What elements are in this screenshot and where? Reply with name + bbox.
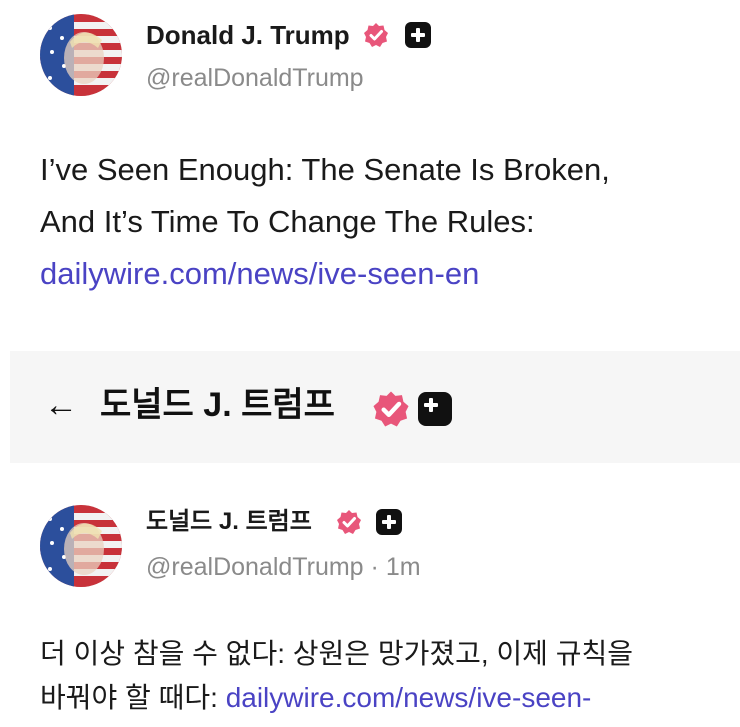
- header-title: 도널드 J. 트럼프: [100, 386, 335, 424]
- plus-icon: [405, 22, 431, 48]
- avatar-flag-portrait-icon: [40, 14, 122, 96]
- post-text-line: 더 이상 참을 수 없다: 상원은 망가졌고, 이제 규칙을: [40, 638, 633, 669]
- author-name[interactable]: 도널드 J. 트럼프: [146, 507, 312, 537]
- back-arrow-icon[interactable]: ←: [44, 385, 78, 425]
- post-time: · 1m: [370, 553, 421, 581]
- top-post: Donald J. Trump @realDonaldTrump I’ve Se…: [0, 0, 740, 345]
- author-handle-and-time: @realDonaldTrump · 1m: [146, 551, 421, 583]
- post-text-fragment: 바꿔야 할 때다:: [40, 682, 226, 713]
- post-link[interactable]: dailywire.com/news/ive-seen-: [226, 682, 592, 713]
- post-text-line: And It’s Time To Change The Rules:: [40, 204, 535, 239]
- post-text-line: 바꿔야 할 때다: dailywire.com/news/ive-seen-: [40, 676, 730, 720]
- post-text-line: I’ve Seen Enough: The Senate Is Broken,: [40, 152, 610, 187]
- plus-icon: [376, 509, 402, 535]
- avatar-flag-portrait-icon: [40, 505, 122, 587]
- post-link[interactable]: dailywire.com/news/ive-seen-en: [40, 248, 479, 300]
- author-name[interactable]: Donald J. Trump: [146, 19, 350, 51]
- post-text: 더 이상 참을 수 없다: 상원은 망가졌고, 이제 규칙을 바꿔야 할 때다:…: [40, 632, 730, 720]
- verified-badge-icon: [337, 510, 361, 534]
- plus-icon: [418, 392, 452, 426]
- avatar[interactable]: [40, 505, 122, 587]
- author-handle[interactable]: @realDonaldTrump: [146, 553, 364, 581]
- avatar[interactable]: [40, 14, 122, 96]
- author-handle[interactable]: @realDonaldTrump: [146, 62, 364, 94]
- verified-badge-icon: [364, 23, 388, 47]
- verified-badge-icon: [373, 391, 409, 427]
